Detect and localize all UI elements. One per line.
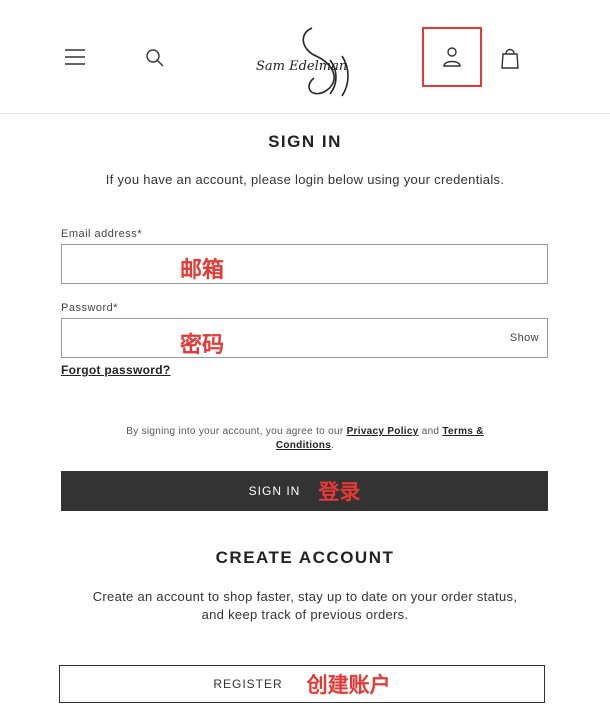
forgot-password-link[interactable]: Forgot password? bbox=[61, 363, 170, 377]
legal-notice: By signing into your account, you agree … bbox=[0, 426, 610, 437]
signin-button-label: SIGN IN bbox=[248, 484, 301, 498]
legal-prefix: By signing into your account, you agree … bbox=[126, 426, 344, 437]
legal-suffix: . bbox=[331, 440, 335, 451]
user-icon bbox=[443, 47, 461, 67]
svg-text:Sam Edelman: Sam Edelman bbox=[256, 59, 347, 74]
create-account-title: CREATE ACCOUNT bbox=[215, 548, 395, 567]
password-label: Password* bbox=[61, 302, 119, 314]
hamburger-menu-button[interactable] bbox=[62, 44, 88, 70]
terms-link-part2[interactable]: Conditions bbox=[276, 440, 331, 451]
terms-link-part1[interactable]: Terms & bbox=[442, 426, 483, 437]
account-button[interactable] bbox=[422, 27, 482, 87]
legal-notice-line2: Conditions. bbox=[0, 440, 610, 451]
sam-edelman-logo: Sam Edelman bbox=[256, 27, 349, 97]
signin-title: SIGN IN bbox=[268, 132, 342, 151]
section-divider bbox=[0, 514, 610, 522]
register-button-label: REGISTER bbox=[213, 677, 283, 691]
brand-logo[interactable]: Sam Edelman bbox=[250, 20, 370, 100]
password-field[interactable]: 密码 Show bbox=[61, 318, 548, 358]
signin-button[interactable]: SIGN IN 登录 bbox=[61, 471, 548, 511]
legal-and: and bbox=[421, 426, 440, 437]
register-button-annotation: 创建账户 bbox=[306, 674, 391, 697]
email-field[interactable]: 邮箱 bbox=[61, 244, 548, 284]
privacy-policy-link[interactable]: Privacy Policy bbox=[347, 426, 419, 437]
signin-button-annotation: 登录 bbox=[318, 481, 361, 504]
password-annotation: 密码 bbox=[180, 332, 225, 357]
cart-button[interactable] bbox=[496, 44, 524, 72]
search-button[interactable] bbox=[141, 44, 169, 72]
create-intro-line2: and keep track of previous orders. bbox=[201, 607, 409, 622]
email-label: Email address* bbox=[61, 228, 142, 240]
shopping-bag-icon bbox=[501, 48, 519, 69]
search-icon bbox=[146, 49, 164, 67]
show-password-toggle[interactable]: Show bbox=[510, 332, 539, 344]
register-button[interactable]: REGISTER 创建账户 bbox=[59, 665, 545, 703]
signin-intro: If you have an account, please login bel… bbox=[105, 172, 505, 187]
create-intro-line1: Create an account to shop faster, stay u… bbox=[92, 589, 518, 604]
email-annotation: 邮箱 bbox=[180, 257, 225, 282]
hamburger-icon bbox=[65, 49, 85, 65]
